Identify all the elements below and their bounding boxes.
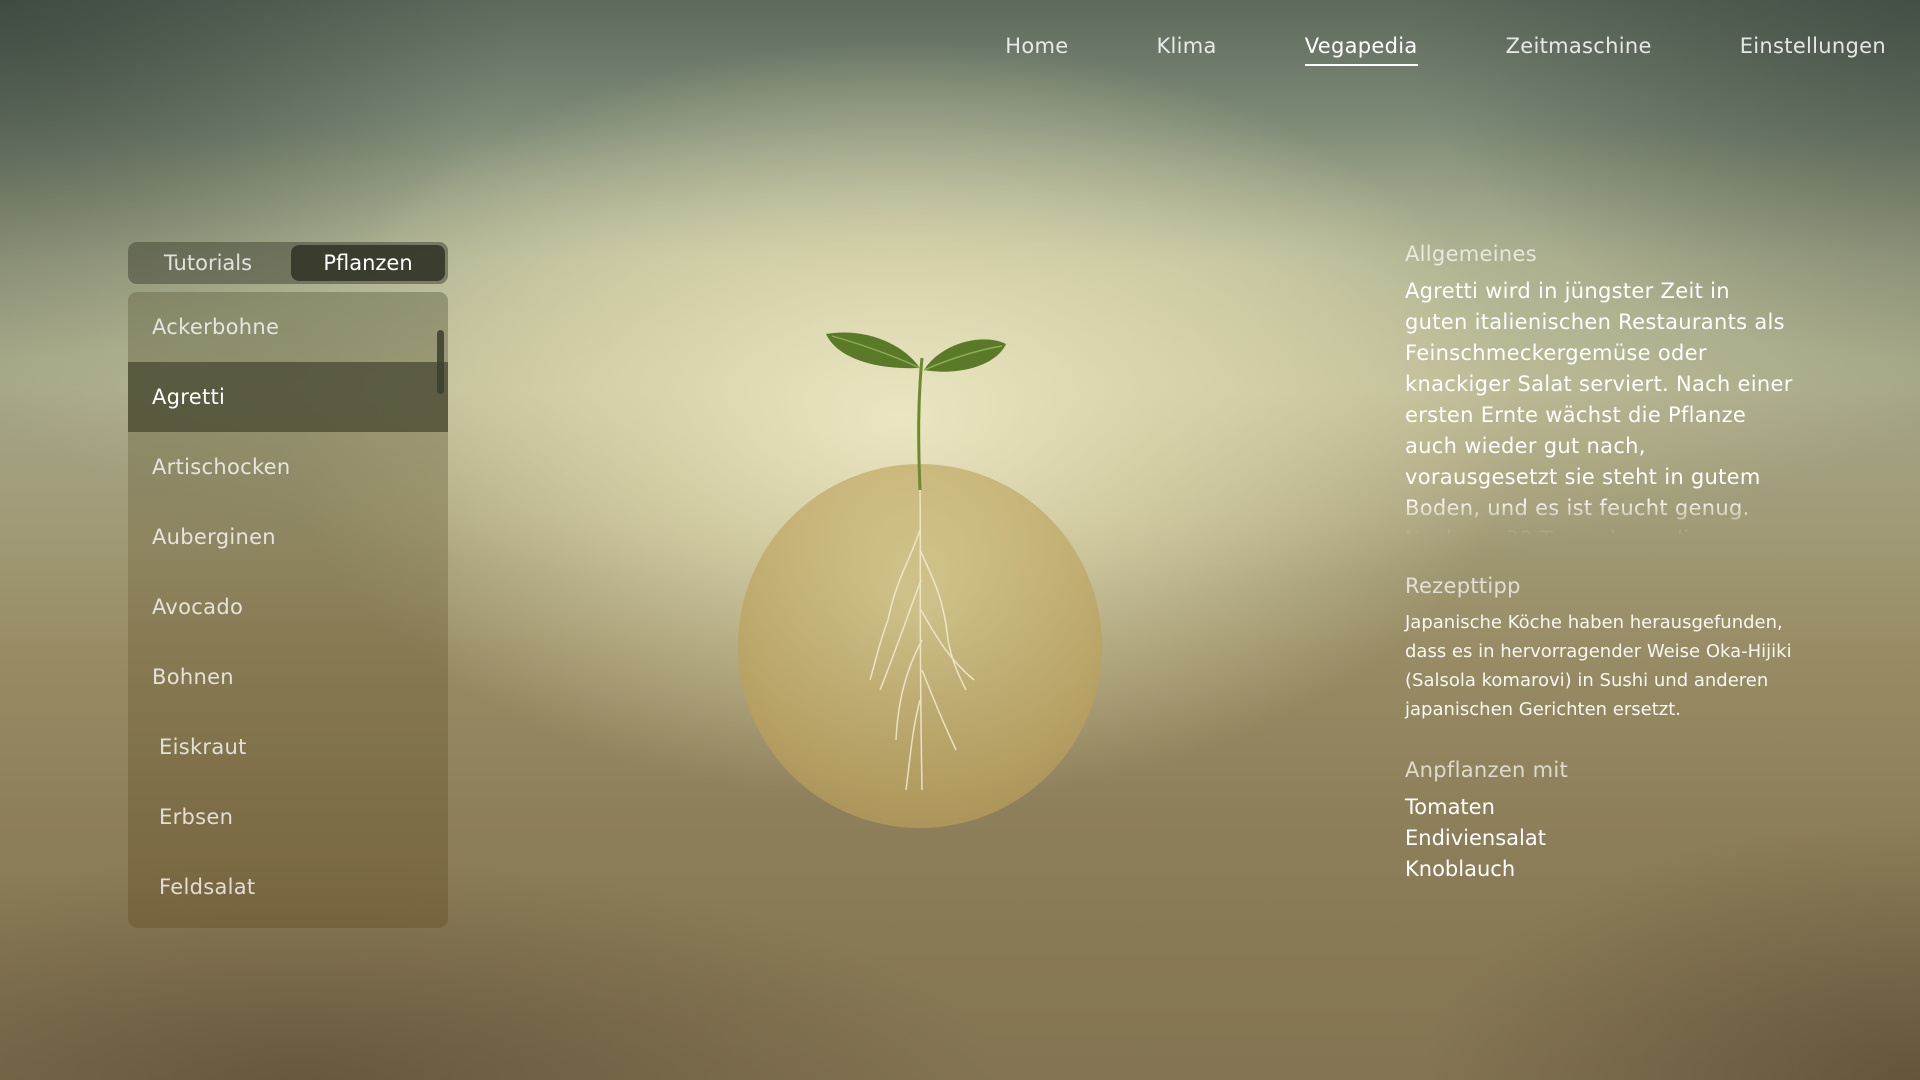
plant-info-panel: Allgemeines Agretti wird in jüngster Zei… (1405, 242, 1795, 885)
tab-tutorials[interactable]: Tutorials (131, 245, 285, 281)
nav-zeitmaschine[interactable]: Zeitmaschine (1506, 34, 1652, 68)
recipe-text: Japanische Köche haben herausgefunden, d… (1405, 612, 1792, 720)
recipe-heading: Rezepttipp (1405, 574, 1521, 598)
companion-item-endiviensalat: Endiviensalat (1405, 826, 1546, 850)
nav-vegapedia[interactable]: Vegapedia (1304, 34, 1418, 68)
nav-einstellungen[interactable]: Einstellungen (1740, 34, 1886, 68)
nav-klima[interactable]: Klima (1156, 34, 1216, 68)
plant-illustration (720, 320, 1120, 840)
companion-item-knoblauch: Knoblauch (1405, 857, 1516, 881)
list-item-feldsalat[interactable]: Feldsalat (128, 852, 448, 922)
list-item-artischocken[interactable]: Artischocken (128, 432, 448, 502)
general-text[interactable]: Agretti wird in jüngster Zeit in guten i… (1405, 276, 1795, 536)
general-heading: Allgemeines (1405, 242, 1537, 266)
list-item-avocado[interactable]: Avocado (128, 572, 448, 642)
list-item-eiskraut[interactable]: Eiskraut (128, 712, 448, 782)
list-item-erbsen[interactable]: Erbsen (128, 782, 448, 852)
seedling-icon (826, 332, 1006, 791)
list-item-bohnen[interactable]: Bohnen (128, 642, 448, 712)
companion-heading: Anpflanzen mit (1405, 758, 1569, 782)
tab-pflanzen[interactable]: Pflanzen (291, 245, 445, 281)
nav-home[interactable]: Home (1005, 34, 1068, 68)
category-segmented-control: Tutorials Pflanzen (128, 242, 448, 284)
top-navigation: Home Klima Vegapedia Zeitmaschine Einste… (917, 34, 1886, 68)
list-scrollbar[interactable] (437, 330, 444, 394)
plant-list: Ackerbohne Agretti Artischocken Aubergin… (128, 292, 448, 928)
list-item-agretti[interactable]: Agretti (128, 362, 448, 432)
list-item-ackerbohne[interactable]: Ackerbohne (128, 292, 448, 362)
companion-item-tomaten: Tomaten (1405, 795, 1495, 819)
list-item-auberginen[interactable]: Auberginen (128, 502, 448, 572)
